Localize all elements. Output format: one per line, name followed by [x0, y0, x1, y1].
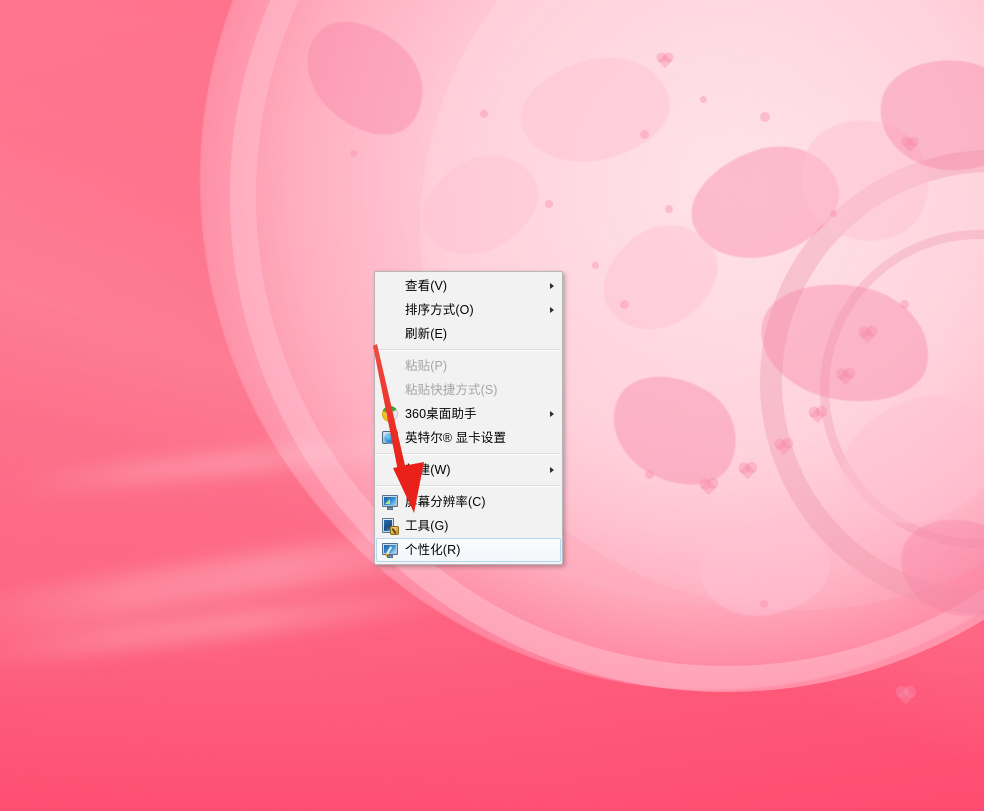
wallpaper-dot — [545, 200, 553, 208]
menu-icon-placeholder — [381, 461, 399, 479]
menu-item-paste-shortcut: 粘贴快捷方式(S) — [376, 378, 561, 402]
menu-item-sort-by[interactable]: 排序方式(O) — [376, 298, 561, 322]
desktop[interactable]: 查看(V) 排序方式(O) 刷新(E) 粘贴(P) 粘贴快捷方式(S) 360桌… — [0, 0, 984, 811]
menu-item-360-desktop[interactable]: 360桌面助手 — [376, 402, 561, 426]
menu-item-label: 排序方式(O) — [405, 302, 474, 317]
submenu-arrow-icon — [550, 467, 554, 473]
menu-item-label: 360桌面助手 — [405, 406, 477, 421]
menu-item-view[interactable]: 查看(V) — [376, 274, 561, 298]
menu-item-new[interactable]: 新建(W) — [376, 458, 561, 482]
wallpaper-dot — [760, 600, 768, 608]
menu-item-label: 新建(W) — [405, 462, 451, 477]
menu-icon-placeholder — [381, 357, 399, 375]
menu-item-label: 工具(G) — [405, 518, 449, 533]
menu-item-label: 个性化(R) — [405, 542, 461, 557]
intel-icon — [381, 429, 399, 447]
menu-separator — [377, 349, 560, 351]
menu-item-label: 英特尔® 显卡设置 — [405, 430, 507, 445]
menu-item-label: 刷新(E) — [405, 326, 448, 341]
monitor-resolution-icon — [381, 493, 399, 511]
menu-item-personalize[interactable]: 个性化(R) — [376, 538, 561, 562]
desktop-context-menu[interactable]: 查看(V) 排序方式(O) 刷新(E) 粘贴(P) 粘贴快捷方式(S) 360桌… — [374, 271, 563, 565]
menu-separator — [377, 485, 560, 487]
menu-item-screen-resolution[interactable]: 屏幕分辨率(C) — [376, 490, 561, 514]
wallpaper-dot — [640, 130, 649, 139]
wallpaper-dot — [900, 300, 909, 309]
personalize-icon — [381, 541, 399, 559]
menu-icon-placeholder — [381, 301, 399, 319]
menu-item-label: 查看(V) — [405, 278, 448, 293]
wallpaper-dot — [700, 96, 707, 103]
menu-icon-placeholder — [381, 381, 399, 399]
wallpaper-dot — [592, 262, 599, 269]
menu-icon-placeholder — [381, 325, 399, 343]
menu-item-tools[interactable]: 工具(G) — [376, 514, 561, 538]
wallpaper-dot — [480, 110, 488, 118]
wallpaper-dot — [645, 470, 654, 479]
menu-separator — [377, 453, 560, 455]
submenu-arrow-icon — [550, 283, 554, 289]
wallpaper-dot — [830, 210, 837, 217]
360-icon — [381, 405, 399, 423]
menu-item-refresh[interactable]: 刷新(E) — [376, 322, 561, 346]
menu-item-label: 粘贴(P) — [405, 358, 448, 373]
submenu-arrow-icon — [550, 411, 554, 417]
menu-item-label: 屏幕分辨率(C) — [405, 494, 486, 509]
menu-item-paste: 粘贴(P) — [376, 354, 561, 378]
submenu-arrow-icon — [550, 307, 554, 313]
wallpaper-dot — [760, 112, 770, 122]
wallpaper-dot — [665, 205, 673, 213]
menu-item-intel-graphics[interactable]: 英特尔® 显卡设置 — [376, 426, 561, 450]
tools-icon — [381, 517, 399, 535]
wallpaper-dot — [350, 150, 357, 157]
menu-item-label: 粘贴快捷方式(S) — [405, 382, 498, 397]
menu-icon-placeholder — [381, 277, 399, 295]
wallpaper-dot — [620, 300, 629, 309]
